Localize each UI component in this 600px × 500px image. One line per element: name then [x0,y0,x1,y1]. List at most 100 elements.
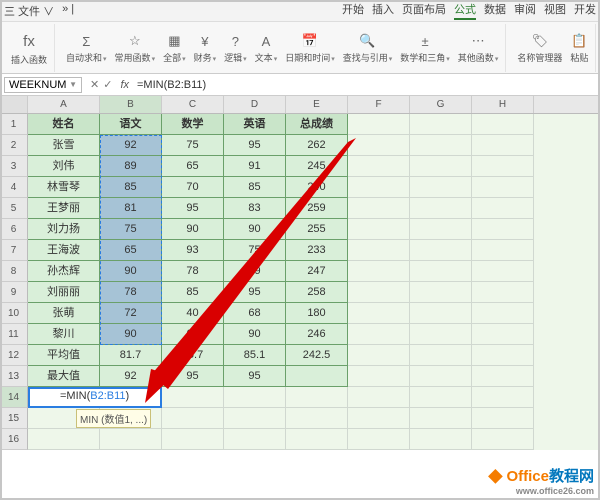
cell[interactable] [410,345,472,366]
col-header-A[interactable]: A [28,96,100,113]
cell[interactable]: 259 [286,198,348,219]
cell[interactable] [410,135,472,156]
row-header[interactable]: 6 [0,219,28,240]
row-header[interactable]: 16 [0,429,28,450]
cell[interactable]: 90 [100,324,162,345]
file-menu[interactable]: 三 文件 ∨ [4,3,54,19]
cell[interactable]: 英语 [224,114,286,135]
accept-formula-button[interactable]: ✓ [103,78,112,91]
row-header[interactable]: 10 [0,303,28,324]
cell[interactable] [410,282,472,303]
cell[interactable]: 总成绩 [286,114,348,135]
name-manager-button[interactable]: 🏷名称管理器 [514,31,565,65]
cell[interactable] [472,219,534,240]
cell[interactable]: 姓名 [28,114,100,135]
cell[interactable]: 林雪琴 [28,177,100,198]
cell[interactable] [410,429,472,450]
cell[interactable] [472,198,534,219]
spreadsheet[interactable]: A B C D E F G H 1姓名语文数学英语总成绩2张雪927595262… [0,96,600,450]
cell[interactable]: 255 [286,219,348,240]
cell[interactable]: 95 [162,366,224,387]
cell[interactable] [224,408,286,429]
cell[interactable]: 95 [224,135,286,156]
cell[interactable] [348,345,410,366]
col-header-E[interactable]: E [286,96,348,113]
cell[interactable]: 刘力扬 [28,219,100,240]
cell[interactable]: 233 [286,240,348,261]
cell[interactable]: 83 [224,198,286,219]
cell[interactable]: 72 [100,303,162,324]
col-header-F[interactable]: F [348,96,410,113]
cell[interactable]: 180 [286,303,348,324]
cell[interactable]: 数学 [162,114,224,135]
cell[interactable]: 75 [162,135,224,156]
row-header[interactable]: 4 [0,177,28,198]
formula-bar[interactable]: =MIN(B2:B11) [133,78,600,92]
cell[interactable] [472,387,534,408]
cell[interactable] [348,114,410,135]
cell[interactable] [348,429,410,450]
cell[interactable] [348,198,410,219]
cell[interactable] [410,156,472,177]
tab-home[interactable]: 开始 [342,1,364,20]
cell[interactable] [410,198,472,219]
cell[interactable]: 最大值 [28,366,100,387]
common-fn-button[interactable]: ☆常用函数 [112,31,159,65]
cell[interactable] [410,366,472,387]
cell[interactable]: 王海波 [28,240,100,261]
cell[interactable] [472,282,534,303]
cell[interactable] [472,114,534,135]
cell[interactable]: 平均值 [28,345,100,366]
insert-function-button[interactable]: fx插入函数 [8,29,50,67]
cell[interactable] [472,408,534,429]
cell[interactable]: 85 [224,177,286,198]
cell[interactable] [410,219,472,240]
cell[interactable]: 247 [286,261,348,282]
row-header[interactable]: 2 [0,135,28,156]
cell[interactable] [410,387,472,408]
cell[interactable]: 黎川 [28,324,100,345]
lookup-button[interactable]: 🔍查找与引用 [340,31,396,65]
cell[interactable]: 65 [100,240,162,261]
cell[interactable]: 语文 [100,114,162,135]
cell[interactable]: 刘伟 [28,156,100,177]
cell[interactable] [348,408,410,429]
cell[interactable] [348,219,410,240]
cell[interactable] [348,387,410,408]
cell[interactable] [224,429,286,450]
chevron-down-icon[interactable]: ▼ [69,80,77,89]
cell[interactable]: 90 [224,324,286,345]
cell[interactable] [348,156,410,177]
cell[interactable] [348,135,410,156]
col-header-D[interactable]: D [224,96,286,113]
tab-review[interactable]: 审阅 [514,1,536,20]
row-header[interactable]: 9 [0,282,28,303]
cell[interactable] [162,387,224,408]
datetime-button[interactable]: 📅日期和时间 [282,31,338,65]
cell[interactable]: 78 [162,261,224,282]
cell[interactable] [286,429,348,450]
math-button[interactable]: ±数学和三角 [397,31,453,65]
cell[interactable]: 90 [224,219,286,240]
row-header[interactable]: 5 [0,198,28,219]
cell[interactable]: 90 [100,261,162,282]
cell[interactable] [410,261,472,282]
cell[interactable] [348,240,410,261]
cell[interactable] [348,366,410,387]
cell[interactable] [410,177,472,198]
cell[interactable]: 242.5 [286,345,348,366]
cell[interactable] [410,114,472,135]
cell[interactable] [348,324,410,345]
cell[interactable] [162,408,224,429]
menu-more[interactable]: » | [62,3,74,19]
finance-button[interactable]: ¥财务 [191,31,220,65]
cell[interactable] [472,261,534,282]
tab-dev[interactable]: 开发 [574,1,596,20]
row-header[interactable]: 8 [0,261,28,282]
cell[interactable] [410,324,472,345]
cell[interactable]: 张雪 [28,135,100,156]
tab-layout[interactable]: 页面布局 [402,1,446,20]
row-header[interactable]: 11 [0,324,28,345]
row-header[interactable]: 14 [0,387,28,408]
cell[interactable] [472,177,534,198]
